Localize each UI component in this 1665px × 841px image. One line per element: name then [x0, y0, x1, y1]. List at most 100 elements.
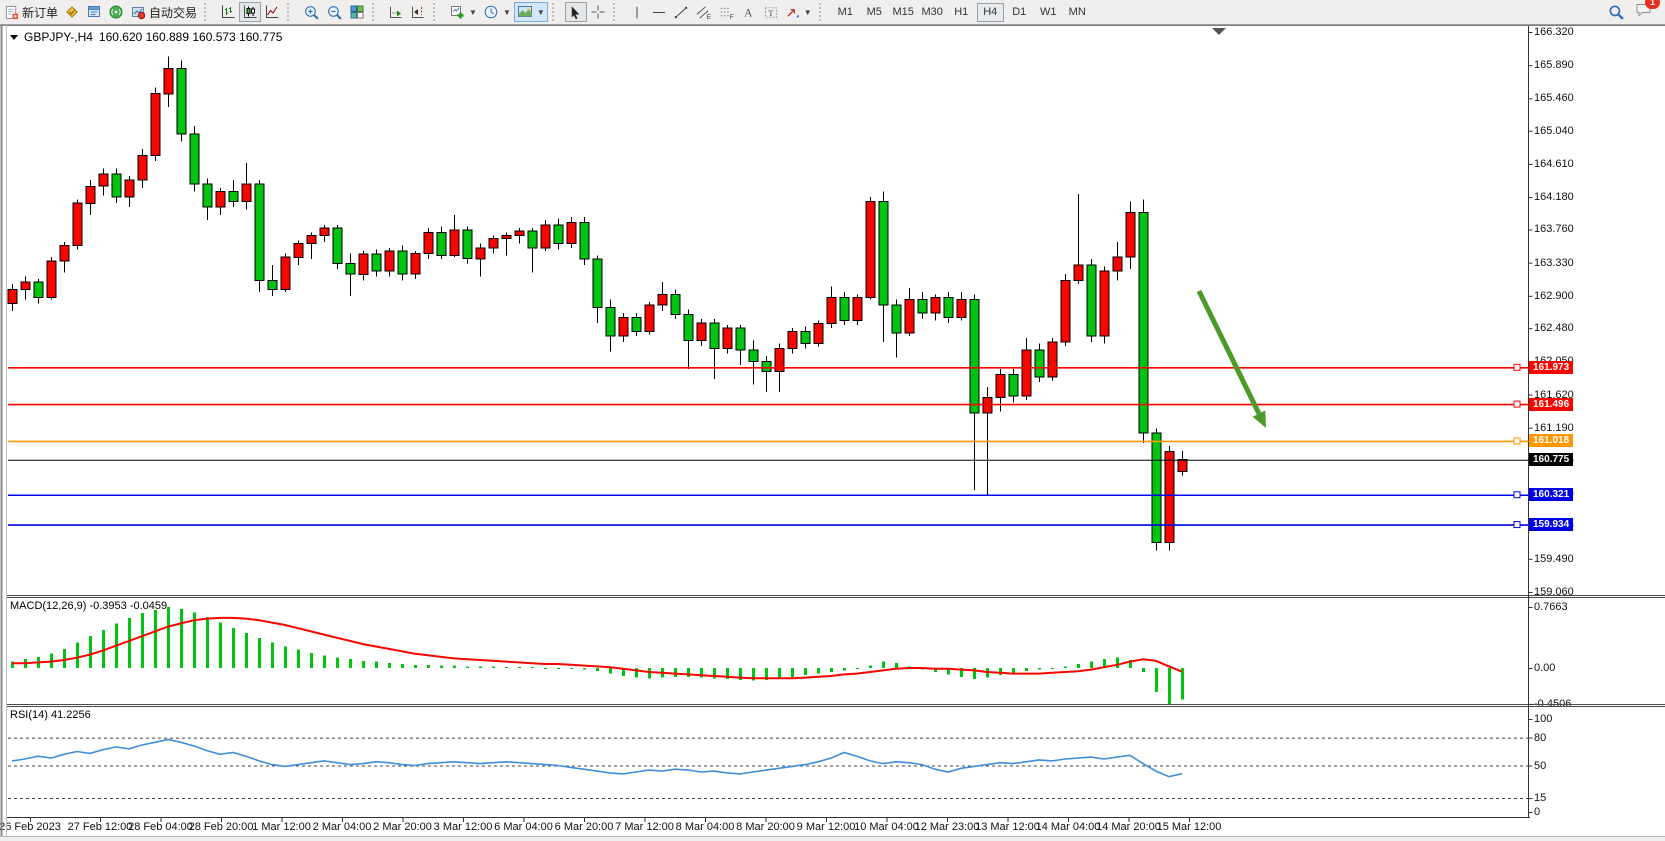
tile-windows-icon	[349, 4, 365, 20]
market-watch-icon	[64, 4, 80, 20]
chevron-down-icon: ▼	[503, 8, 511, 17]
autotrading-label: 自动交易	[149, 4, 197, 21]
line-handle	[1514, 438, 1520, 444]
chart-canvas[interactable]	[0, 0, 1665, 841]
line-handle	[1514, 401, 1520, 407]
auto-scroll-icon	[388, 4, 404, 20]
svg-text:T: T	[768, 7, 773, 17]
new-chart-button[interactable]: ▼	[446, 2, 480, 22]
chart-symbol-period: GBPJPY-,H4	[24, 30, 93, 44]
candlestick-icon	[242, 4, 258, 20]
symbol-dropdown-icon[interactable]	[10, 35, 18, 40]
cursor-tool-button[interactable]	[565, 2, 587, 22]
toolbar-grip	[819, 3, 829, 21]
svg-text:E: E	[707, 14, 712, 20]
chevron-down-icon: ▼	[537, 8, 545, 17]
horizontal-line-tool-button[interactable]	[648, 2, 670, 22]
auto-scroll-button[interactable]	[385, 2, 407, 22]
toolbar-grip	[372, 3, 382, 21]
price-line-tag: 159.934	[1529, 518, 1573, 531]
toolbar-right-group: 1	[1608, 1, 1653, 23]
search-icon[interactable]	[1608, 4, 1625, 21]
signals-icon	[108, 4, 124, 20]
chart-title: GBPJPY-,H4 160.620 160.889 160.573 160.7…	[10, 30, 282, 44]
timeframe-button-MN[interactable]: MN	[1064, 3, 1091, 22]
zoom-in-button[interactable]	[300, 2, 323, 22]
price-line-tag: 161.496	[1529, 398, 1573, 411]
zoom-out-button[interactable]	[323, 2, 346, 22]
toolbar-grip	[204, 3, 214, 21]
template-button[interactable]: ▼	[514, 2, 548, 22]
timeframe-button-D1[interactable]: D1	[1006, 3, 1033, 22]
price-line-tag: 160.321	[1529, 488, 1573, 501]
notifications-button[interactable]: 1	[1635, 1, 1653, 23]
timeframe-button-W1[interactable]: W1	[1035, 3, 1062, 22]
svg-text:F: F	[730, 14, 734, 20]
new-chart-icon	[449, 4, 465, 20]
toolbar-grip	[433, 3, 443, 21]
template-icon	[517, 4, 533, 20]
chart-shift-button[interactable]	[407, 2, 429, 22]
new-order-label: 新订单	[22, 4, 58, 21]
rsi-line	[12, 740, 1182, 777]
arrow-shapes-icon	[785, 5, 800, 20]
tile-windows-button[interactable]	[346, 2, 368, 22]
bar-chart-mode-button[interactable]	[217, 2, 239, 22]
toolbar-grip	[287, 3, 297, 21]
price-line-tag: 161.018	[1529, 434, 1573, 447]
line-chart-mode-button[interactable]	[261, 2, 283, 22]
chevron-down-icon: ▼	[469, 8, 477, 17]
text-label-tool-button[interactable]: T	[760, 2, 782, 22]
text-tool-button[interactable]: A	[738, 2, 760, 22]
clock-icon	[483, 4, 499, 20]
toolbar-grip	[552, 3, 562, 21]
period-selector-button[interactable]: ▼	[480, 2, 514, 22]
text-label-icon: T	[763, 5, 779, 20]
equidistant-channel-tool-button[interactable]: E	[692, 2, 715, 22]
cursor-icon	[568, 5, 583, 20]
candlestick-mode-button[interactable]	[239, 2, 261, 22]
timeframe-button-M15[interactable]: M15	[890, 3, 917, 22]
vertical-line-icon	[630, 5, 644, 20]
timeframe-button-H1[interactable]: H1	[948, 3, 975, 22]
market-watch-button[interactable]	[61, 2, 83, 22]
data-window-icon	[86, 4, 102, 20]
chart-shift-icon	[410, 4, 426, 20]
mt4-window: 新订单 自动交易	[0, 0, 1665, 841]
line-handle	[1514, 522, 1520, 528]
autotrading-icon	[130, 4, 146, 20]
crosshair-icon	[590, 4, 606, 20]
trendline-icon	[673, 5, 689, 20]
horizontal-line-icon	[651, 5, 667, 20]
crosshair-tool-button[interactable]	[587, 2, 609, 22]
fibonacci-icon: F	[718, 5, 735, 20]
text-icon: A	[741, 5, 756, 20]
trendline-tool-button[interactable]	[670, 2, 692, 22]
timeframe-button-M5[interactable]: M5	[861, 3, 888, 22]
new-order-button[interactable]: 新订单	[1, 2, 61, 22]
line-handle	[1514, 492, 1520, 498]
timeframe-button-M1[interactable]: M1	[832, 3, 859, 22]
arrows-tool-button[interactable]: ▼	[782, 2, 815, 22]
chart-shift-marker	[1212, 28, 1226, 35]
timeframe-group: M1M5M15M30H1H4D1W1MN	[832, 3, 1091, 22]
zoom-in-icon	[303, 4, 320, 21]
timeframe-button-H4[interactable]: H4	[977, 3, 1004, 22]
svg-text:A: A	[745, 7, 754, 19]
channel-icon: E	[695, 5, 712, 20]
data-window-button[interactable]	[83, 2, 105, 22]
price-line-tag: 161.973	[1529, 361, 1573, 374]
new-order-icon	[4, 5, 19, 20]
autotrading-button[interactable]: 自动交易	[127, 2, 200, 22]
line-chart-icon	[264, 4, 280, 20]
rsi-indicator-label: RSI(14) 41.2256	[10, 709, 91, 721]
bar-chart-icon	[220, 4, 236, 20]
candles	[8, 57, 1187, 551]
timeframe-button-M30[interactable]: M30	[919, 3, 946, 22]
vertical-line-tool-button[interactable]	[626, 2, 648, 22]
signals-button[interactable]	[105, 2, 127, 22]
annotation-arrow[interactable]	[1199, 291, 1259, 414]
chart-ohlc-values: 160.620 160.889 160.573 160.775	[99, 30, 283, 44]
chevron-down-icon: ▼	[804, 8, 812, 17]
fibonacci-tool-button[interactable]: F	[715, 2, 738, 22]
